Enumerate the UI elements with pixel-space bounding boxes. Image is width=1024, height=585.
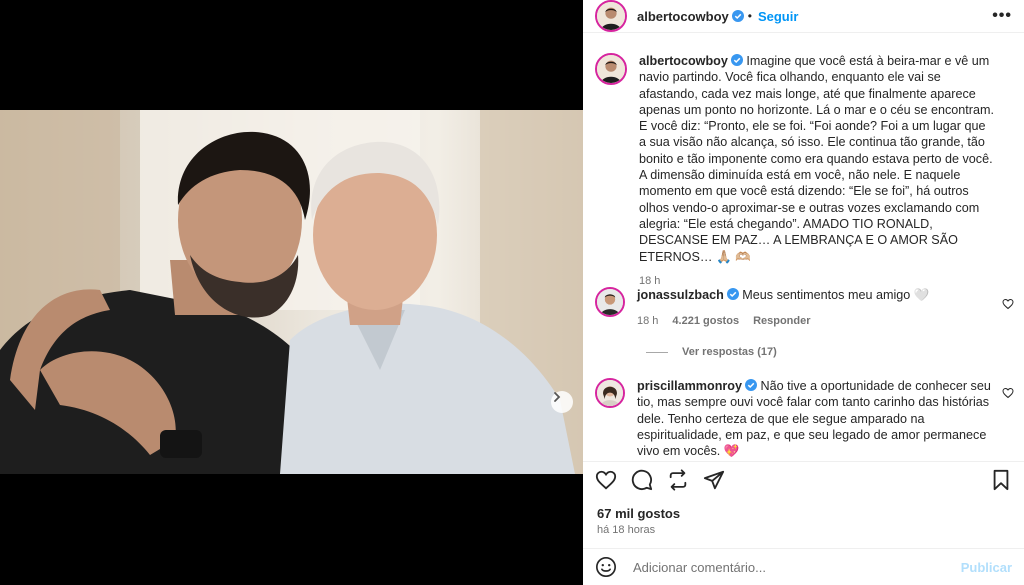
comment-input[interactable] bbox=[633, 559, 933, 575]
share-icon[interactable] bbox=[667, 468, 689, 491]
comment-username[interactable]: jonassulzbach bbox=[637, 288, 724, 302]
separator-dot: • bbox=[747, 9, 752, 23]
post-header: albertocowboy • Seguir ••• bbox=[583, 0, 1024, 33]
comment-text: Meus sentimentos meu amigo bbox=[742, 288, 911, 302]
next-slide-button[interactable] bbox=[551, 391, 573, 413]
comment-likes[interactable]: 4.221 gostos bbox=[672, 313, 739, 329]
publish-button[interactable]: Publicar bbox=[961, 560, 1012, 575]
comment-item: jonassulzbach Meus sentimentos meu amigo… bbox=[583, 287, 1024, 330]
comment-body: jonassulzbach Meus sentimentos meu amigo… bbox=[637, 287, 992, 330]
comment-time: 18 h bbox=[637, 315, 659, 328]
author-avatar[interactable] bbox=[595, 0, 627, 32]
likes-count[interactable]: 67 mil gostos bbox=[597, 506, 680, 521]
bookmark-icon[interactable] bbox=[990, 469, 1012, 491]
comment-emoji: 💖 bbox=[723, 444, 740, 459]
comment-avatar[interactable] bbox=[595, 378, 625, 408]
post-media bbox=[0, 0, 583, 585]
comment-username[interactable]: priscillammonroy bbox=[637, 379, 742, 393]
follow-button[interactable]: Seguir bbox=[758, 9, 798, 24]
comment-composer: Publicar bbox=[583, 548, 1024, 585]
post-panel: albertocowboy • Seguir ••• albertocowboy… bbox=[583, 0, 1024, 585]
chevron-right-icon bbox=[554, 392, 561, 402]
comment-emoji: 🤍 bbox=[913, 288, 930, 302]
divider-line bbox=[646, 351, 668, 353]
heart-icon[interactable] bbox=[1002, 298, 1014, 310]
caption-username[interactable]: albertocowboy bbox=[639, 54, 728, 68]
action-bar bbox=[583, 461, 1024, 497]
post-timestamp: há 18 horas bbox=[597, 524, 656, 536]
caption-entry: albertocowboy Imagine que você está à be… bbox=[583, 53, 1024, 289]
photo-illustration bbox=[0, 110, 583, 474]
post-photo[interactable] bbox=[0, 110, 583, 474]
comment-icon[interactable] bbox=[631, 469, 653, 491]
more-icon[interactable]: ••• bbox=[992, 7, 1012, 25]
heart-icon[interactable] bbox=[595, 469, 617, 491]
comment-meta: 18 h 4.221 gostos Responder bbox=[637, 313, 992, 329]
verified-icon bbox=[731, 10, 744, 22]
verified-icon bbox=[726, 288, 739, 300]
verified-icon bbox=[744, 379, 757, 391]
author-username[interactable]: albertocowboy bbox=[637, 9, 729, 24]
reply-button[interactable]: Responder bbox=[753, 313, 810, 329]
caption-text: Imagine que você está à beira-mar e vê u… bbox=[639, 54, 994, 264]
view-replies-button[interactable]: Ver respostas (17) bbox=[646, 346, 777, 358]
caption-emojis: 🙏🏼 🫶🏼 bbox=[715, 249, 751, 264]
send-icon[interactable] bbox=[703, 469, 725, 491]
caption-avatar[interactable] bbox=[595, 53, 627, 85]
caption-body: albertocowboy Imagine que você está à be… bbox=[639, 53, 994, 289]
heart-icon[interactable] bbox=[1002, 387, 1014, 399]
emoji-icon[interactable] bbox=[595, 556, 617, 578]
comment-avatar[interactable] bbox=[595, 287, 625, 317]
verified-icon bbox=[730, 54, 743, 66]
view-replies-label: Ver respostas (17) bbox=[682, 346, 777, 358]
comment-body: priscillammonroy Não tive a oportunidade… bbox=[637, 378, 992, 459]
comment-item: priscillammonroy Não tive a oportunidade… bbox=[583, 378, 1024, 459]
comments-section[interactable]: albertocowboy Imagine que você está à be… bbox=[583, 43, 1024, 461]
